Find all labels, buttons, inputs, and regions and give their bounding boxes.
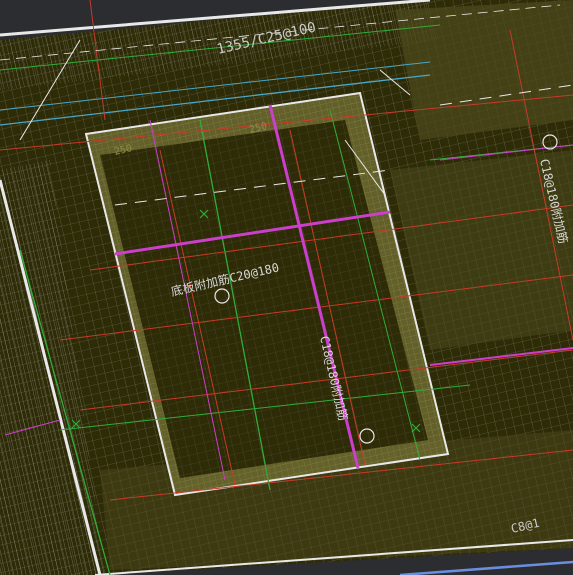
cad-canvas[interactable]: 1355/C25@100 底板附加筋C20@180 C18@180附加筋 C18… — [0, 0, 573, 575]
cad-drawing-viewport[interactable]: 1355/C25@100 底板附加筋C20@180 C18@180附加筋 C18… — [0, 0, 573, 575]
hatch-zone-top-right — [395, 0, 573, 140]
